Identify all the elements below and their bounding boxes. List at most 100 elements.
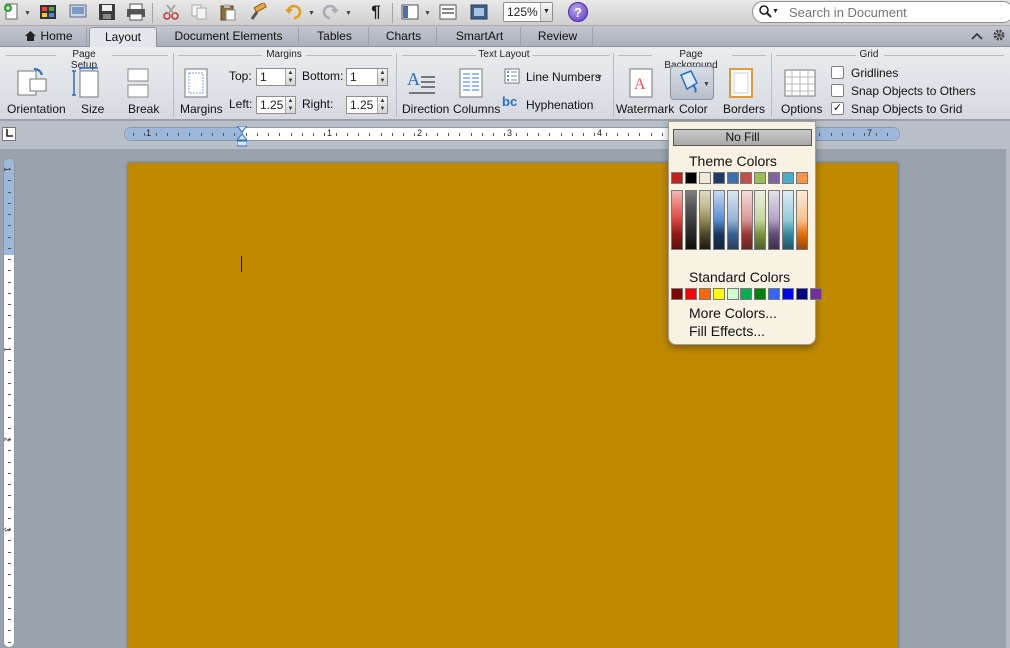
theme-color-swatch[interactable] bbox=[684, 172, 697, 184]
format-painter-icon[interactable] bbox=[248, 3, 268, 21]
break-button[interactable]: Break bbox=[128, 102, 159, 116]
text-direction-icon[interactable]: A bbox=[405, 67, 437, 102]
theme-color-swatch[interactable] bbox=[740, 172, 753, 184]
right-margin-stepper[interactable]: ▲ ▼ bbox=[377, 97, 387, 113]
right-margin-input[interactable]: 1.25 ▲ ▼ bbox=[346, 96, 388, 114]
hyphenation-button[interactable]: Hyphenation bbox=[526, 98, 593, 112]
print-icon[interactable] bbox=[126, 3, 146, 21]
standard-color-swatch[interactable] bbox=[671, 288, 683, 300]
new-dropdown-icon[interactable]: ▼ bbox=[24, 10, 31, 17]
toolbox-icon[interactable] bbox=[438, 3, 458, 21]
collapse-ribbon-icon[interactable] bbox=[968, 28, 986, 46]
left-margin-stepper[interactable]: ▲ ▼ bbox=[285, 97, 295, 113]
margins-icon[interactable] bbox=[183, 67, 209, 102]
theme-color-swatch[interactable] bbox=[782, 172, 795, 184]
top-margin-stepper[interactable]: ▲ ▼ bbox=[285, 69, 295, 85]
paste-icon[interactable] bbox=[218, 3, 238, 21]
gridlines-label[interactable]: Gridlines bbox=[851, 66, 898, 80]
zoom-dropdown-icon[interactable]: ▼ bbox=[540, 3, 552, 21]
redo-icon[interactable] bbox=[320, 3, 340, 21]
paint-bucket-icon[interactable] bbox=[675, 69, 701, 100]
orientation-button[interactable]: Orientation bbox=[7, 102, 66, 116]
grid-options-button[interactable]: Options bbox=[781, 102, 822, 116]
more-colors-item[interactable]: More Colors... bbox=[689, 305, 777, 321]
vertical-ruler[interactable]: 1 1 2 3 bbox=[3, 158, 15, 648]
theme-tint-column[interactable] bbox=[726, 190, 739, 250]
watermark-icon[interactable]: A bbox=[628, 67, 654, 102]
cut-icon[interactable] bbox=[161, 3, 181, 21]
zoom-select[interactable]: 125% ▼ bbox=[503, 2, 553, 22]
line-numbers-dropdown-icon[interactable]: ▼ bbox=[596, 74, 603, 81]
document-canvas[interactable] bbox=[20, 149, 1010, 648]
search-field[interactable]: ▼ bbox=[752, 1, 1010, 23]
sidebar-dropdown-icon[interactable]: ▼ bbox=[424, 10, 431, 17]
standard-color-swatch[interactable] bbox=[768, 288, 781, 300]
tab-document-elements[interactable]: Document Elements bbox=[159, 27, 299, 47]
margins-button[interactable]: Margins bbox=[180, 102, 223, 116]
left-margin-input[interactable]: 1.25 ▲ ▼ bbox=[256, 96, 296, 114]
theme-color-swatch[interactable] bbox=[796, 172, 809, 184]
undo-icon[interactable] bbox=[284, 3, 304, 21]
theme-color-swatch[interactable] bbox=[754, 172, 767, 184]
tab-review[interactable]: Review bbox=[523, 27, 593, 47]
tab-home[interactable]: Home bbox=[12, 27, 87, 47]
standard-color-swatch[interactable] bbox=[796, 288, 809, 300]
theme-color-swatch[interactable] bbox=[671, 172, 683, 184]
gridlines-checkbox[interactable] bbox=[831, 66, 844, 79]
help-button[interactable]: ? bbox=[568, 2, 588, 22]
gear-icon[interactable] bbox=[990, 28, 1008, 46]
media-browser-icon[interactable] bbox=[469, 3, 489, 21]
theme-tint-column[interactable] bbox=[712, 190, 725, 250]
theme-tint-column[interactable] bbox=[768, 190, 781, 250]
vertical-scrollbar[interactable] bbox=[1006, 149, 1010, 648]
theme-color-swatch[interactable] bbox=[768, 172, 781, 184]
snap-to-grid-label[interactable]: Snap Objects to Grid bbox=[851, 102, 962, 116]
standard-color-swatch[interactable] bbox=[726, 288, 739, 300]
pilcrow-icon[interactable]: ¶ bbox=[366, 2, 386, 21]
snap-to-others-label[interactable]: Snap Objects to Others bbox=[851, 84, 976, 98]
watermark-button[interactable]: Watermark bbox=[616, 102, 674, 116]
theme-tint-column[interactable] bbox=[684, 190, 697, 250]
theme-color-swatch[interactable] bbox=[698, 172, 711, 184]
snap-to-grid-checkbox[interactable]: ✓ bbox=[831, 102, 844, 115]
line-numbers-button[interactable]: Line Numbers bbox=[526, 70, 601, 84]
sidebar-icon[interactable] bbox=[400, 3, 420, 21]
standard-color-swatch[interactable] bbox=[782, 288, 795, 300]
search-dropdown-icon[interactable]: ▼ bbox=[772, 8, 779, 15]
orientation-icon[interactable] bbox=[14, 67, 48, 102]
fill-effects-item[interactable]: Fill Effects... bbox=[689, 323, 765, 339]
size-icon[interactable] bbox=[72, 66, 106, 102]
new-document-icon[interactable] bbox=[2, 3, 22, 21]
tab-tables[interactable]: Tables bbox=[301, 27, 369, 47]
theme-tint-column[interactable] bbox=[754, 190, 767, 250]
standard-color-swatch[interactable] bbox=[698, 288, 711, 300]
break-icon[interactable] bbox=[126, 67, 154, 102]
top-margin-input[interactable]: 1 ▲ ▼ bbox=[256, 68, 296, 86]
tab-smartart[interactable]: SmartArt bbox=[439, 27, 521, 47]
bottom-margin-input[interactable]: 1 ▲ ▼ bbox=[346, 68, 388, 86]
grid-options-icon[interactable] bbox=[784, 69, 816, 100]
color-button[interactable]: Color bbox=[679, 102, 708, 116]
theme-tint-column[interactable] bbox=[698, 190, 711, 250]
columns-icon[interactable] bbox=[458, 67, 484, 102]
theme-color-swatch[interactable] bbox=[712, 172, 725, 184]
open-icon[interactable] bbox=[68, 3, 88, 21]
standard-color-swatch[interactable] bbox=[754, 288, 767, 300]
borders-button[interactable]: Borders bbox=[723, 102, 765, 116]
tab-stop-selector[interactable] bbox=[2, 127, 16, 141]
size-button[interactable]: Size bbox=[81, 102, 104, 116]
copy-icon[interactable] bbox=[189, 3, 209, 21]
standard-color-swatch[interactable] bbox=[684, 288, 697, 300]
columns-button[interactable]: Columns bbox=[453, 102, 500, 116]
bottom-margin-stepper[interactable]: ▲ ▼ bbox=[377, 69, 387, 85]
standard-color-swatch[interactable] bbox=[740, 288, 753, 300]
standard-color-swatch[interactable] bbox=[712, 288, 725, 300]
standard-color-swatch[interactable] bbox=[809, 288, 822, 300]
theme-tint-column[interactable] bbox=[782, 190, 795, 250]
search-icon[interactable] bbox=[759, 5, 772, 21]
search-input[interactable] bbox=[789, 4, 999, 20]
theme-tint-column[interactable] bbox=[796, 190, 809, 250]
borders-icon[interactable] bbox=[728, 67, 754, 102]
theme-tint-column[interactable] bbox=[740, 190, 753, 250]
tab-layout[interactable]: Layout bbox=[89, 27, 157, 47]
